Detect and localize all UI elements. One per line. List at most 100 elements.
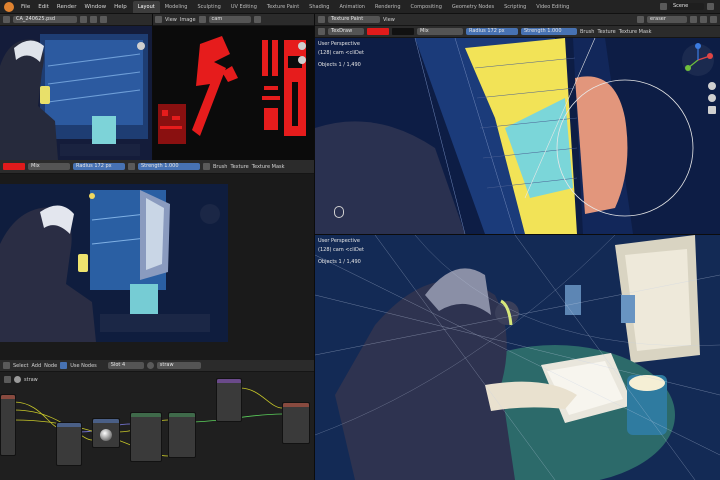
slot-select[interactable]: Slot 4 xyxy=(107,362,144,369)
viewport-tool-settings: TexDraw Mix Radius 172 px Strength 1.000… xyxy=(315,26,720,38)
view-menu[interactable]: View xyxy=(165,17,177,23)
blend-mode-select[interactable]: Mix xyxy=(28,163,70,170)
viewport-strength-field[interactable]: Strength 1.000 xyxy=(521,28,577,35)
image-close-icon-2[interactable] xyxy=(253,16,261,23)
tab-texture-paint[interactable]: Texture Paint xyxy=(262,1,304,13)
viewport-top-canvas[interactable] xyxy=(315,38,720,234)
menu-render[interactable]: Render xyxy=(53,0,81,14)
tab-rendering[interactable]: Rendering xyxy=(370,1,406,13)
viewport-brush-dropdown[interactable]: Brush xyxy=(580,29,594,35)
node-menu-add[interactable]: Add xyxy=(31,363,41,369)
brush-name-field[interactable]: TexDraw xyxy=(328,28,364,35)
scene-icon[interactable] xyxy=(660,3,667,10)
image-name-field[interactable]: cam xyxy=(208,16,251,23)
menu-file[interactable]: File xyxy=(17,0,34,14)
material-select[interactable]: straw xyxy=(156,362,201,369)
tab-geometry-nodes[interactable]: Geometry Nodes xyxy=(447,1,499,13)
viewport-radius-field[interactable]: Radius 172 px xyxy=(466,28,518,35)
image-new-icon[interactable] xyxy=(90,16,97,23)
tab-video-editing[interactable]: Video Editing xyxy=(531,1,574,13)
viewport-editor-type-icon[interactable] xyxy=(318,16,325,23)
mouse-icon xyxy=(334,206,344,218)
node-principled[interactable] xyxy=(216,378,242,422)
blender-logo-icon[interactable] xyxy=(4,1,14,12)
viewport-texture-mask-dropdown[interactable]: Texture Mask xyxy=(619,29,652,35)
pan-hand-icon-texture[interactable] xyxy=(298,56,306,64)
editor-type-icon-2[interactable] xyxy=(155,16,162,23)
tab-animation[interactable]: Animation xyxy=(334,1,370,13)
area-divider-vertical[interactable] xyxy=(314,14,315,480)
tab-sculpting[interactable]: Sculpting xyxy=(192,1,225,13)
scene-selector[interactable]: Scene xyxy=(670,3,704,10)
image-editor-header-mid: View Image cam xyxy=(152,14,314,26)
viewport-texture-dropdown[interactable]: Texture xyxy=(597,29,615,35)
viewport-strength-value: 1.000 xyxy=(547,28,562,34)
viewport-pan-icon[interactable] xyxy=(708,94,716,102)
editor-type-icon[interactable] xyxy=(3,16,10,23)
material-slot-select[interactable]: eraser xyxy=(647,16,687,23)
menu-edit[interactable]: Edit xyxy=(34,0,53,14)
tab-layout[interactable]: Layout xyxy=(132,0,160,13)
node-shader[interactable] xyxy=(168,412,196,458)
strength-pressure-icon[interactable] xyxy=(203,163,210,170)
viewport-blend-select[interactable]: Mix xyxy=(417,28,463,35)
menu-window[interactable]: Window xyxy=(80,0,110,14)
viewport-zoom-icon[interactable] xyxy=(708,82,716,90)
image-browse-icon[interactable] xyxy=(198,16,206,23)
node-editor-type-icon[interactable] xyxy=(3,362,10,369)
node-mix-a[interactable] xyxy=(56,422,82,466)
texture-mask-dropdown[interactable]: Texture Mask xyxy=(252,164,285,170)
menu-help[interactable]: Help xyxy=(110,0,131,14)
zoom-icon-texture[interactable] xyxy=(298,42,306,50)
tab-modeling[interactable]: Modeling xyxy=(160,1,193,13)
material-sphere-icon[interactable] xyxy=(146,362,154,369)
image-close-icon[interactable] xyxy=(100,16,107,23)
node-material-output[interactable] xyxy=(282,402,310,444)
image-pin-icon[interactable] xyxy=(80,16,87,23)
texture-dropdown[interactable]: Texture xyxy=(230,164,248,170)
render-preview-image[interactable] xyxy=(0,184,228,342)
node-header-bar xyxy=(283,403,309,407)
viewport-bottom-objects: Objects 1 / 1,490 xyxy=(318,259,361,265)
strength-field[interactable]: Strength 1.000 xyxy=(138,163,200,170)
texture-canvas[interactable] xyxy=(152,26,314,160)
area-divider-top-left[interactable] xyxy=(152,14,153,160)
viewport-camera-icon[interactable] xyxy=(708,106,716,114)
view-layer-icon[interactable] xyxy=(707,3,714,10)
brush-dropdown[interactable]: Brush xyxy=(213,164,227,170)
viewport-secondary-swatch[interactable] xyxy=(392,28,414,35)
mode-select[interactable]: Texture Paint xyxy=(328,16,380,23)
area-divider-right[interactable] xyxy=(315,234,720,235)
viewport-view-menu[interactable]: View xyxy=(383,17,395,23)
node-menu-select[interactable]: Select xyxy=(13,363,28,369)
reference-image-canvas[interactable] xyxy=(0,26,152,160)
tab-uv-editing[interactable]: UV Editing xyxy=(226,1,262,13)
node-image-texture-left[interactable] xyxy=(0,394,16,456)
image-editor-header-left: CA_240625.psd xyxy=(0,14,152,26)
tab-compositing[interactable]: Compositing xyxy=(406,1,447,13)
radius-field[interactable]: Radius 172 px xyxy=(73,163,125,170)
brush-tool-icon[interactable] xyxy=(318,28,325,35)
node-header-bar xyxy=(131,413,161,417)
radius-pressure-icon[interactable] xyxy=(128,163,135,170)
node-mix-b[interactable] xyxy=(130,412,162,462)
overlay-icon[interactable] xyxy=(690,16,697,23)
top-menu-bar: File Edit Render Window Help Layout Mode… xyxy=(0,0,720,14)
viewport-shading-icon[interactable] xyxy=(637,16,644,23)
node-preview-sphere[interactable] xyxy=(92,418,120,448)
gizmo-icon[interactable] xyxy=(700,16,707,23)
use-nodes-checkbox[interactable] xyxy=(60,362,68,369)
zoom-icon-ref[interactable] xyxy=(137,42,145,50)
navigation-gizmo-icon[interactable] xyxy=(680,42,716,78)
viewport-bottom-canvas[interactable] xyxy=(315,235,720,480)
node-canvas[interactable]: straw xyxy=(0,372,314,480)
paint-color-swatch[interactable] xyxy=(3,163,25,170)
image-file-name[interactable]: CA_240625.psd xyxy=(13,16,77,23)
viewport-top-objects: Objects 1 / 1,490 xyxy=(318,62,361,68)
viewport-color-swatch[interactable] xyxy=(367,28,389,35)
node-menu-node[interactable]: Node xyxy=(44,363,57,369)
image-menu[interactable]: Image xyxy=(180,17,196,23)
tab-shading[interactable]: Shading xyxy=(304,1,334,13)
xray-icon[interactable] xyxy=(710,16,717,23)
tab-scripting[interactable]: Scripting xyxy=(499,1,531,13)
